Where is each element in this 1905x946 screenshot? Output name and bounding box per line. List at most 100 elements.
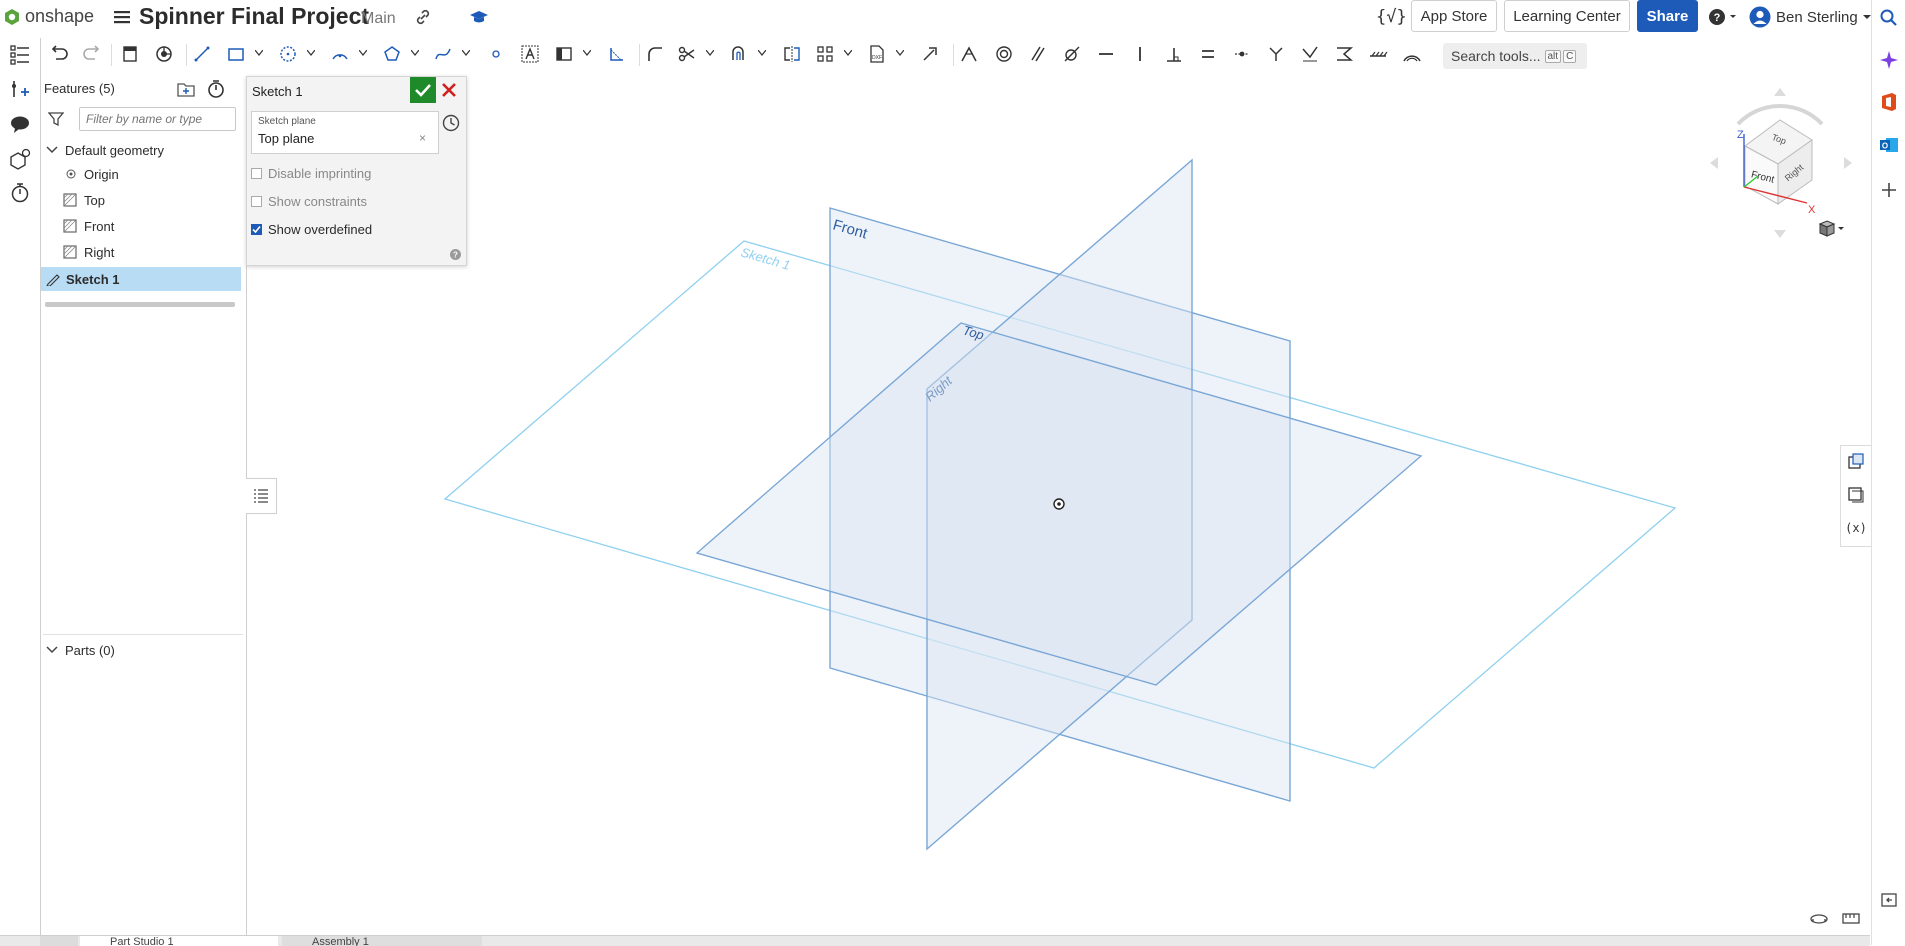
filter-icon[interactable]	[48, 111, 64, 127]
circle-tool-icon[interactable]	[276, 42, 300, 66]
transform-tool-icon[interactable]	[918, 42, 942, 66]
spline-tool-icon[interactable]	[431, 42, 455, 66]
chevron-down-icon[interactable]	[896, 50, 904, 56]
symmetric-constraint-icon[interactable]	[1332, 42, 1356, 66]
filter-input[interactable]	[79, 107, 236, 131]
close-icon[interactable]	[439, 80, 459, 100]
feature-list-icon[interactable]	[9, 44, 31, 66]
share-button[interactable]: Share	[1637, 0, 1698, 32]
line-tool-icon[interactable]	[190, 42, 214, 66]
redo-icon[interactable]	[79, 42, 103, 66]
chevron-down-icon[interactable]	[255, 50, 263, 56]
vertical-constraint-icon[interactable]	[1128, 42, 1152, 66]
mirror-tool-icon[interactable]	[780, 42, 804, 66]
checkbox[interactable]	[251, 168, 262, 179]
chevron-down-icon[interactable]	[583, 50, 591, 56]
view-mode-icon[interactable]	[1817, 218, 1847, 238]
show-overdefined-option[interactable]: Show overdefined	[251, 222, 372, 237]
disable-imprinting-option[interactable]: Disable imprinting	[251, 166, 371, 181]
menu-icon[interactable]	[113, 9, 131, 25]
collapse-panel-icon[interactable]	[1879, 890, 1899, 910]
chevron-down-icon[interactable]	[844, 50, 852, 56]
panel-toggle[interactable]	[246, 478, 277, 514]
chevron-down-icon[interactable]	[462, 50, 470, 56]
show-constraints-option[interactable]: Show constraints	[251, 194, 367, 209]
pierce-constraint-icon[interactable]	[1298, 42, 1322, 66]
curvature-constraint-icon[interactable]	[1400, 42, 1424, 66]
comments-icon[interactable]	[9, 113, 31, 135]
search-tools-input[interactable]: Search tools... alt C	[1443, 43, 1587, 69]
sketch-fillet-icon[interactable]	[605, 42, 629, 66]
history-icon[interactable]	[441, 113, 461, 133]
variables-icon[interactable]: {√}	[1376, 7, 1407, 27]
trim-tool-icon[interactable]	[675, 42, 699, 66]
help-icon[interactable]: ?	[1708, 8, 1740, 26]
tree-item-top[interactable]: Top	[41, 188, 243, 212]
default-geometry-group[interactable]: Default geometry	[43, 139, 243, 161]
parts-group[interactable]: Parts (0)	[43, 634, 243, 661]
graduation-cap-icon[interactable]	[469, 8, 489, 26]
midpoint-constraint-icon[interactable]	[1230, 42, 1254, 66]
equal-constraint-icon[interactable]	[1196, 42, 1220, 66]
perpendicular-constraint-icon[interactable]	[1162, 42, 1186, 66]
fillet-tool-icon[interactable]	[643, 42, 667, 66]
rollback-bar[interactable]	[45, 302, 235, 307]
checkbox[interactable]	[251, 224, 262, 235]
dxf-import-icon[interactable]: DXF	[865, 42, 889, 66]
ruler-icon[interactable]	[1841, 910, 1861, 926]
arrow-left-icon[interactable]	[1710, 157, 1718, 169]
chevron-down-icon[interactable]	[411, 50, 419, 56]
stopwatch-icon[interactable]	[9, 182, 31, 204]
stopwatch-icon[interactable]	[206, 79, 226, 99]
sketch-plane-field[interactable]: Sketch plane Top plane ×	[251, 111, 439, 154]
concentric-constraint-icon[interactable]	[992, 42, 1016, 66]
origin-marker[interactable]	[1053, 498, 1065, 510]
document-title[interactable]: Spinner Final Project	[139, 3, 369, 30]
undo-icon[interactable]	[48, 42, 72, 66]
add-icon[interactable]	[1879, 180, 1899, 200]
tree-item-origin[interactable]: Origin	[41, 162, 243, 186]
add-folder-icon[interactable]	[176, 80, 196, 98]
tree-item-sketch-1[interactable]: Sketch 1	[41, 267, 241, 291]
horizontal-constraint-icon[interactable]	[1094, 42, 1118, 66]
ai-sparkle-icon[interactable]	[1879, 50, 1899, 70]
user-menu[interactable]: Ben Sterling	[1749, 6, 1872, 28]
tree-item-front[interactable]: Front	[41, 214, 243, 238]
offset-tool-icon[interactable]	[727, 42, 751, 66]
search-icon[interactable]	[1879, 8, 1899, 28]
top-plane[interactable]	[695, 322, 1423, 686]
text-tool-icon[interactable]	[518, 42, 542, 66]
chevron-down-icon[interactable]	[706, 50, 714, 56]
chevron-down-icon[interactable]	[359, 50, 367, 56]
office-icon[interactable]	[1879, 92, 1899, 112]
arrow-right-icon[interactable]	[1844, 157, 1852, 169]
onshape-logo[interactable]: onshape	[4, 6, 94, 27]
arrow-down-icon[interactable]	[1774, 230, 1786, 238]
clear-icon[interactable]: ×	[419, 131, 426, 145]
checkbox[interactable]	[251, 196, 262, 207]
learning-center-button[interactable]: Learning Center	[1504, 0, 1630, 32]
rectangle-tool-icon[interactable]	[224, 42, 248, 66]
sketch-plane-outline[interactable]	[443, 240, 1677, 769]
outlook-icon[interactable]: O	[1879, 135, 1899, 155]
accept-button[interactable]	[410, 77, 436, 103]
insert-icon[interactable]	[9, 78, 31, 100]
tangent-constraint-icon[interactable]	[1060, 42, 1084, 66]
normal-constraint-icon[interactable]	[1264, 42, 1288, 66]
arc-tool-icon[interactable]	[328, 42, 352, 66]
rendering-icon[interactable]	[152, 42, 176, 66]
chevron-down-icon[interactable]	[758, 50, 766, 56]
tree-item-right[interactable]: Right	[41, 240, 243, 264]
dimension-tool-icon[interactable]	[957, 42, 981, 66]
front-plane[interactable]	[829, 207, 1291, 802]
measure-icon[interactable]: (x)	[1846, 517, 1866, 537]
pattern-tool-icon[interactable]	[813, 42, 837, 66]
branch-name[interactable]: Main	[361, 10, 396, 28]
point-tool-icon[interactable]	[484, 42, 508, 66]
chevron-down-icon[interactable]	[307, 50, 315, 56]
right-plane[interactable]	[926, 158, 1193, 851]
units-icon[interactable]	[1809, 910, 1829, 926]
fix-constraint-icon[interactable]	[1366, 42, 1390, 66]
arrow-up-icon[interactable]	[1774, 88, 1786, 96]
app-store-button[interactable]: App Store	[1411, 0, 1497, 32]
